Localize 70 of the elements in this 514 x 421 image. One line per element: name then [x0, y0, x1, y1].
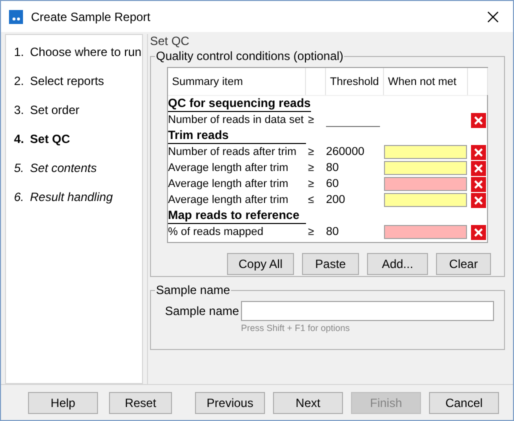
dialog-button[interactable]: Next: [273, 392, 343, 414]
table-action-button[interactable]: Clear: [436, 253, 491, 275]
close-icon: [474, 196, 483, 204]
delete-button[interactable]: [471, 112, 486, 128]
action-field[interactable]: [384, 225, 467, 239]
summary-item: Average length after trim: [168, 178, 288, 190]
threshold[interactable]: 60: [326, 178, 384, 190]
step-number: 2.: [14, 74, 24, 88]
column-header: Threshold: [326, 68, 384, 95]
delete-button[interactable]: [471, 176, 486, 192]
section-heading: QC for sequencing reads: [168, 96, 311, 112]
action-field[interactable]: [384, 177, 467, 191]
close-icon: [474, 116, 483, 124]
dialog-button[interactable]: Reset: [109, 392, 172, 414]
window-title: Create Sample Report: [31, 10, 152, 24]
table-action-button[interactable]: Add...: [367, 253, 428, 275]
close-icon: [474, 148, 483, 156]
summary-item: Number of reads after trim: [168, 146, 296, 158]
dialog-button[interactable]: Help: [28, 392, 98, 414]
threshold[interactable]: 260000: [326, 146, 384, 158]
threshold[interactable]: 200: [326, 194, 384, 206]
operator: ≥: [307, 146, 316, 158]
close-icon: [487, 10, 499, 22]
operator: ≥: [307, 178, 316, 190]
step-label[interactable]: Set contents: [30, 161, 97, 175]
field-label: Sample name: [165, 304, 240, 318]
operator: ≥: [307, 114, 316, 126]
group-title: Sample name: [155, 283, 232, 297]
close-icon: [474, 164, 483, 172]
action-field[interactable]: [384, 161, 467, 175]
operator: ≥: [307, 226, 316, 238]
dialog-button[interactable]: Previous: [195, 392, 265, 414]
action-field[interactable]: [384, 193, 467, 207]
section-heading: Trim reads: [168, 128, 306, 144]
step-number: 3.: [14, 103, 24, 117]
summary-item: Average length after trim: [168, 162, 288, 174]
step-label[interactable]: Select reports: [30, 74, 104, 88]
close-icon: [474, 228, 483, 236]
step-number: 1.: [14, 45, 24, 59]
summary-item: Average length after trim: [168, 194, 288, 206]
app-logo-icon: [9, 10, 23, 24]
threshold[interactable]: 80: [326, 162, 384, 174]
step-number: 4.: [14, 132, 24, 146]
step-number: 6.: [14, 190, 24, 204]
operator: ≥: [307, 162, 316, 174]
delete-button[interactable]: [471, 224, 486, 240]
sample-name-field[interactable]: [241, 301, 494, 321]
close-icon: [474, 180, 483, 188]
group-title: Quality control conditions (optional): [155, 49, 344, 63]
dialog-button[interactable]: Cancel: [429, 392, 499, 414]
step-number: 5.: [14, 161, 24, 175]
column-header: Summary item: [168, 68, 306, 95]
delete-button[interactable]: [471, 192, 486, 208]
table-action-button[interactable]: Paste: [302, 253, 359, 275]
step-label[interactable]: Result handling: [30, 190, 113, 204]
step-label[interactable]: Choose where to run: [30, 45, 142, 59]
table-action-button[interactable]: Copy All: [227, 253, 294, 275]
threshold[interactable]: 80: [326, 226, 384, 238]
section-heading: Map reads to reference: [168, 208, 306, 224]
action-field[interactable]: [384, 145, 467, 159]
column-header: When not met: [384, 68, 468, 95]
summary-item: Number of reads in data set: [168, 114, 304, 126]
delete-button[interactable]: [471, 144, 486, 160]
delete-button[interactable]: [471, 160, 486, 176]
summary-item: % of reads mapped: [168, 226, 264, 238]
hint-text: Press Shift + F1 for options: [241, 323, 351, 333]
step-label[interactable]: Set order: [30, 103, 80, 117]
operator: ≤: [307, 194, 316, 206]
step-label[interactable]: Set QC: [30, 132, 70, 146]
page-title: Set QC: [150, 34, 190, 49]
